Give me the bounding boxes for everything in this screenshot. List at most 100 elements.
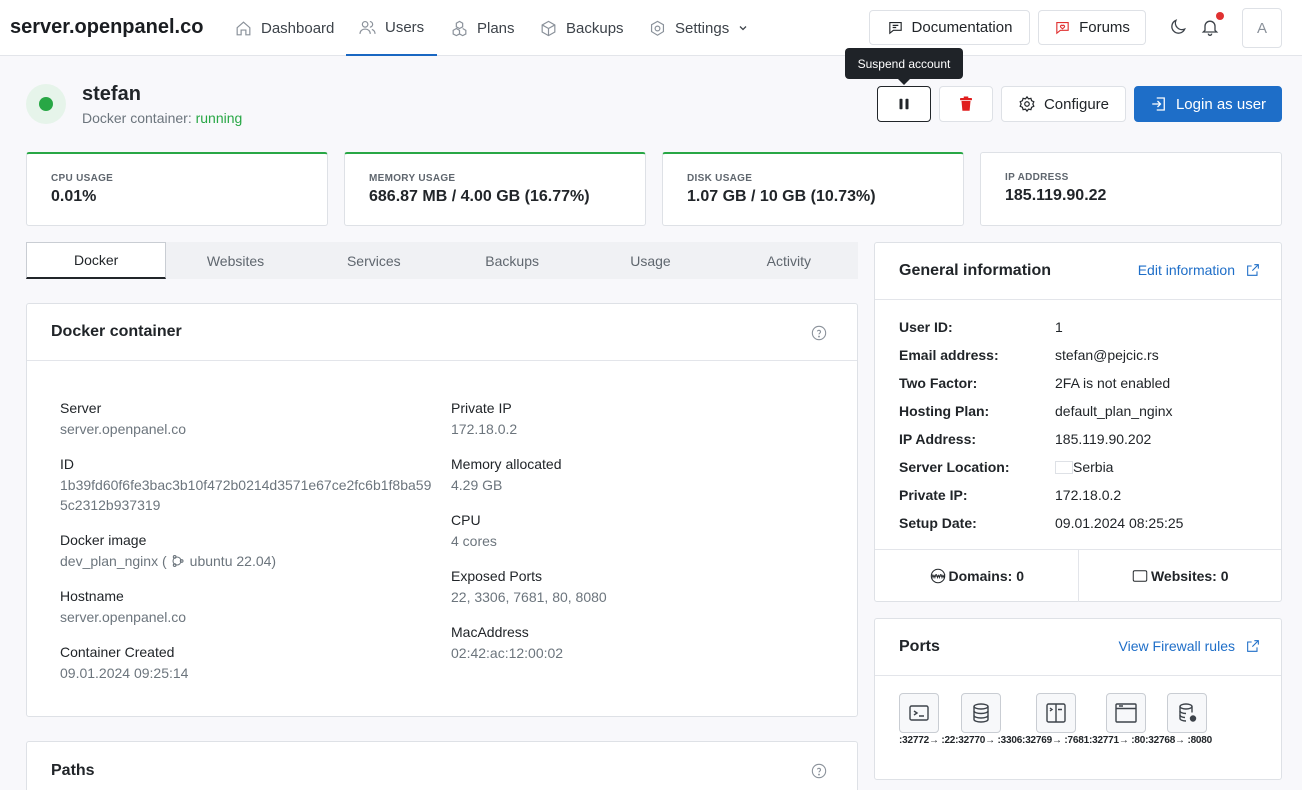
disk-usage-card: DISK USAGE 1.07 GB / 10 GB (10.73%) [662,152,964,226]
cpu-field: CPU 4 cores [451,512,497,551]
documentation-icon [887,19,904,36]
hostname-value: server.openpanel.co [60,609,187,625]
paths-card-title: Paths [51,761,95,779]
login-as-user-button[interactable]: Login as user [1134,86,1282,122]
docker-card-title: Docker container [51,323,182,340]
delete-button[interactable] [939,86,993,122]
nav-users-label: Users [385,18,425,36]
private-ip-key: Private IP [451,400,512,416]
general-information-card: General information Edit information Use… [874,242,1282,602]
users-icon [358,18,377,37]
ip-address-card: IP ADDRESS 185.119.90.22 [980,152,1282,226]
external-edit-icon [1245,262,1261,278]
id-field: ID 1b39fd60f6fe3bac3b10f472b0214d3571e67… [60,456,432,515]
paths-card-header: Paths [27,742,857,790]
hostname-field: Hostname server.openpanel.co [60,588,186,627]
user-tabs: Docker Websites Services Backups Usage A… [26,242,858,279]
settings-icon [648,19,667,38]
top-navbar: server.openpanel.co Dashboard Users Plan… [0,0,1302,56]
notification-dot [1216,12,1224,20]
docker-image-field: Docker image dev_plan_nginx ( ubuntu 22.… [60,532,276,571]
exposed-ports-field: Exposed Ports 22, 3306, 7681, 80, 8080 [451,568,607,607]
info-row-server-location: Server Location: Serbia [899,459,1113,475]
chevron-down-icon [737,22,749,34]
tab-websites[interactable]: Websites [166,242,304,279]
nav-backups[interactable]: Backups [527,0,636,56]
id-key: ID [60,456,74,472]
view-firewall-rules-link[interactable]: View Firewall rules [1119,638,1261,654]
info-value: stefan@pejcic.rs [1055,347,1159,363]
websites-count[interactable]: Websites: 0 [1077,550,1282,602]
info-key: Hosting Plan: [899,403,990,419]
tab-usage[interactable]: Usage [581,242,719,279]
nav-plans-label: Plans [477,19,515,37]
gear-icon [1018,95,1036,113]
mac-address-key: MacAddress [451,624,529,640]
info-value: 185.119.90.202 [1055,431,1152,447]
documentation-label: Documentation [911,19,1013,36]
tab-activity[interactable]: Activity [720,242,858,279]
general-card-title: General information [899,262,1052,279]
tab-backups[interactable]: Backups [443,242,581,279]
domains-count[interactable]: Domains: 0 [875,550,1078,602]
tab-docker[interactable]: Docker [26,242,167,279]
avatar[interactable]: A [1242,8,1282,48]
docker-card-header: Docker container [27,304,857,361]
ports-card: Ports View Firewall rules :32772→ :22:32… [874,618,1282,780]
ubuntu-icon [169,553,185,569]
private-ip-field: Private IP 172.18.0.2 [451,400,517,439]
container-created-field: Container Created 09.01.2024 09:25:14 [60,644,188,683]
user-name: stefan [82,83,141,105]
info-value: 2FA is not enabled [1055,375,1171,391]
bell-icon[interactable] [1200,17,1220,37]
documentation-button[interactable]: Documentation [869,10,1030,45]
memory-allocated-value: 4.29 GB [451,477,503,493]
info-key: Private IP: [899,487,968,503]
ip-address-label: IP ADDRESS [1005,172,1069,183]
forums-button[interactable]: Forums [1038,10,1146,45]
info-row-ip-address: IP Address: 185.119.90.202 [899,431,1151,447]
brand-logo[interactable]: server.openpanel.co [10,16,203,39]
configure-button[interactable]: Configure [1001,86,1126,122]
help-icon[interactable] [811,325,827,341]
docker-image-value: dev_plan_nginx ( ubuntu 22.04 ) [60,551,276,571]
exposed-ports-key: Exposed Ports [451,568,543,584]
info-value-location: Serbia [1055,459,1113,475]
cpu-value: 4 cores [451,533,497,549]
container-status: Docker container: running [82,110,242,126]
edit-information-label: Edit information [1137,262,1235,278]
info-value: 09.01.2024 08:25:25 [1055,515,1184,531]
suspend-button[interactable] [877,86,931,122]
database-settings-icon [1167,693,1207,733]
forum-icon [1054,19,1071,36]
info-value: 172.18.0.2 [1055,487,1122,503]
nav-dashboard-label: Dashboard [261,19,335,37]
server-value: server.openpanel.co [60,421,187,437]
id-value: 1b39fd60f6fe3bac3b10f472b0214d3571e67ce2… [60,477,432,513]
info-row-two-factor: Two Factor: 2FA is not enabled [899,375,1170,391]
memory-usage-label: MEMORY USAGE [369,173,456,184]
hosting-plan-link[interactable]: default_plan_nginx [1055,403,1173,419]
mac-address-value: 02:42:ac:12:00:02 [451,645,564,661]
info-row-user-id: User ID: 1 [899,319,1063,335]
info-row-private-ip: Private IP: 172.18.0.2 [899,487,1121,503]
memory-allocated-field: Memory allocated 4.29 GB [451,456,562,495]
nav-users[interactable]: Users [346,0,437,56]
paren-close: ) [271,553,277,569]
memory-usage-value: 686.87 MB / 4.00 GB (16.77%) [369,188,590,205]
info-value: 1 [1055,319,1063,335]
edit-information-link[interactable]: Edit information [1138,262,1261,278]
plans-icon [450,19,469,38]
container-status-value: running [195,110,243,126]
nav-dashboard[interactable]: Dashboard [222,0,346,56]
info-key: Email address: [899,347,999,363]
private-ip-value: 172.18.0.2 [451,421,518,437]
container-status-label: Docker container: [82,110,192,126]
counts-row: Domains: 0 Websites: 0 [875,549,1281,602]
moon-icon[interactable] [1168,17,1188,37]
tab-services[interactable]: Services [305,242,443,279]
help-icon[interactable] [811,763,827,779]
nav-settings[interactable]: Settings [636,0,761,56]
docker-image-key: Docker image [60,532,147,548]
nav-plans[interactable]: Plans [438,0,527,56]
